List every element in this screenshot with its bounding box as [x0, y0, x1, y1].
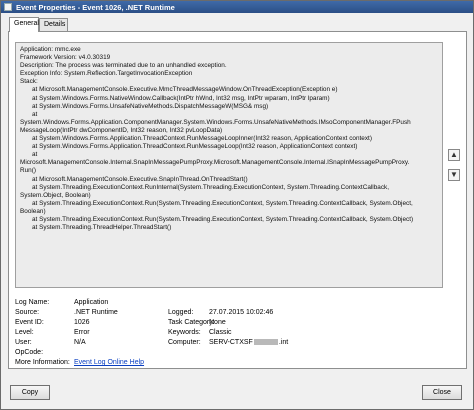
description-line: Framework Version: v4.0.30319 — [20, 54, 111, 62]
description-line: Description: The process was terminated … — [20, 62, 227, 70]
description-line: at System.Windows.Forms.Application.Thre… — [32, 135, 372, 143]
description-line: at Microsoft.ManagementConsole.Executive… — [32, 175, 248, 183]
description-line: Exception Info: System.Reflection.Target… — [20, 70, 193, 78]
description-line: Microsoft.ManagementConsole.Internal.Sna… — [20, 159, 410, 167]
computer-value-prefix: SERV-CTXSF — [209, 339, 253, 346]
log-name-value[interactable]: Application — [74, 298, 108, 307]
event-description-textbox[interactable]: Application: mmc.exe Framework Version: v… — [15, 42, 443, 288]
user-label: User: — [15, 339, 32, 346]
description-line: at System.Threading.ExecutionContext.Run… — [32, 215, 414, 223]
description-line: MessageLoop(IntPtr dwComponentID, Int32 … — [20, 126, 223, 134]
description-line: Run() — [20, 167, 36, 175]
event-id-label: Event ID: — [15, 319, 44, 326]
description-line: at — [32, 110, 38, 118]
close-button[interactable]: Close — [422, 385, 462, 400]
description-line: System.Windows.Forms.Application.Compone… — [20, 118, 411, 126]
task-category-value[interactable]: None — [209, 318, 226, 327]
window-title: Event Properties - Event 1026, .NET Runt… — [16, 3, 175, 12]
description-line: Application: mmc.exe — [20, 46, 81, 53]
log-name-label: Log Name: — [15, 299, 50, 306]
source-value[interactable]: .NET Runtime — [74, 308, 118, 317]
description-line: at Microsoft.ManagementConsole.Executive… — [32, 86, 338, 94]
description-line: at System.Windows.Forms.Application.Thre… — [32, 143, 358, 151]
tab-details[interactable]: Details — [39, 18, 68, 31]
event-id-value[interactable]: 1026 — [74, 318, 90, 327]
title-bar[interactable]: Event Properties - Event 1026, .NET Runt… — [1, 1, 473, 13]
copy-button[interactable]: Copy — [10, 385, 50, 400]
logged-label: Logged: — [168, 309, 194, 316]
computer-value-suffix: .int — [278, 339, 289, 346]
description-line: Boolean) — [20, 207, 46, 215]
event-viewer-icon — [4, 3, 12, 11]
computer-label: Computer: — [168, 339, 201, 346]
level-value[interactable]: Error — [74, 328, 90, 337]
opcode-label: OpCode: — [15, 349, 44, 356]
level-label: Level: — [15, 329, 34, 336]
event-properties-window: Event Properties - Event 1026, .NET Runt… — [0, 0, 474, 410]
event-properties-grid: Log Name: Application Source: .NET Runti… — [15, 298, 455, 368]
source-label: Source: — [15, 309, 40, 316]
description-line: Stack: — [20, 78, 38, 86]
description-line: at System.Threading.ThreadHelper.ThreadS… — [32, 224, 172, 232]
user-value[interactable]: N/A — [74, 338, 86, 347]
event-log-online-help-link[interactable]: Event Log Online Help — [74, 358, 144, 367]
keywords-value[interactable]: Classic — [209, 328, 232, 337]
task-category-label: Task Category: — [168, 319, 215, 326]
keywords-label: Keywords: — [168, 329, 201, 336]
description-line: at System.Threading.ExecutionContext.Run… — [32, 183, 389, 191]
logged-value[interactable]: 27.07.2015 10:02:46 — [209, 308, 273, 317]
more-information-label: More Information: — [15, 359, 70, 366]
redaction-blur — [253, 339, 278, 346]
description-line: at System.Windows.Forms.UnsafeNativeMeth… — [32, 102, 269, 110]
arrow-down-icon[interactable]: ▼ — [448, 169, 460, 181]
description-line: at System.Threading.ExecutionContext.Run… — [32, 199, 413, 207]
arrow-up-icon[interactable]: ▲ — [448, 149, 460, 161]
description-line: at System.Windows.Forms.NativeWindow.Cal… — [32, 94, 330, 102]
description-line: System.Object, Boolean) — [20, 191, 91, 199]
description-line: at — [32, 151, 38, 159]
computer-value[interactable]: SERV-CTXSF .int — [209, 338, 288, 347]
general-panel: Application: mmc.exe Framework Version: v… — [8, 31, 467, 369]
tab-general[interactable]: General — [9, 17, 39, 32]
